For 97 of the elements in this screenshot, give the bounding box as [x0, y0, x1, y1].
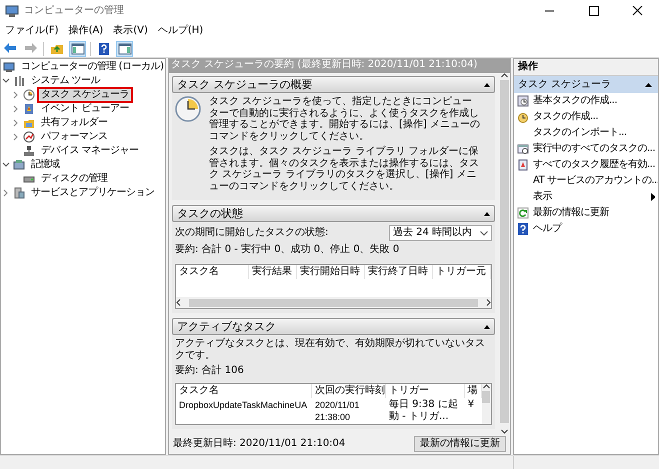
maximize-icon — [588, 6, 598, 16]
tree-item[interactable]: デバイス マネージャー — [37, 143, 143, 159]
period-dropdown[interactable]: 過去 24 時間以内 — [388, 225, 492, 241]
tree-item[interactable]: 共有フォルダー — [37, 115, 112, 131]
menu-item[interactable]: 操作(A) — [64, 25, 108, 37]
collapsed-chevron-icon[interactable] — [12, 119, 20, 127]
clock-icon — [517, 111, 529, 123]
description-text: タスク スケジューラを使って、指定したときにコンピューターで自動的に実行されるように、よく使うタスクを作成し管理することができます。開始するには、[操作] メニューのコマンドをクリックしてください。 — [209, 96, 481, 142]
section-title: タスクの状態 — [177, 206, 243, 220]
period-label: 次の期間に開始したタスクの状態: — [175, 227, 328, 239]
tree-item[interactable]: コンピューターの管理 (ローカル) — [17, 59, 165, 75]
column-header[interactable]: 実行結果 — [249, 265, 297, 279]
refresh-button[interactable]: 最新の情報に更新 — [414, 436, 506, 452]
device-icon — [23, 145, 35, 157]
expanded-chevron-icon[interactable] — [2, 161, 10, 169]
window-pane-button[interactable] — [116, 40, 133, 56]
computer-icon — [5, 4, 19, 18]
summary-text: 要約: 合計 106 — [175, 365, 245, 377]
menu-item[interactable]: ファイル(F) — [0, 25, 64, 37]
table-cell-text: DropboxUpdateTaskMachineUA — [178, 399, 308, 412]
scroll-left-icon[interactable] — [176, 299, 181, 306]
tree-item[interactable]: ディスクの管理 — [37, 171, 112, 187]
storage-icon — [13, 159, 25, 171]
column-header[interactable]: タスク名 — [176, 384, 312, 398]
event-log-icon — [23, 103, 35, 115]
help-icon — [517, 223, 529, 235]
action-item[interactable]: 実行中のすべてのタスクの... — [514, 141, 658, 157]
section-header[interactable]: タスク スケジューラ — [514, 76, 658, 93]
action-item[interactable]: 基本タスクの作成... — [514, 93, 658, 109]
scroll-right-icon[interactable] — [486, 299, 491, 306]
calendar-clock-icon — [517, 95, 529, 107]
window-clock-icon — [517, 143, 529, 155]
column-header[interactable]: 次回の実行時刻 — [312, 384, 386, 398]
section-header[interactable]: タスク スケジューラの概要 — [172, 76, 495, 93]
column-header[interactable]: タスク名 — [176, 265, 249, 279]
column-header[interactable]: 実行終了日時 — [365, 265, 433, 279]
gauge-icon — [23, 131, 35, 143]
close-icon — [632, 6, 642, 16]
section-title: タスク スケジューラ — [518, 78, 612, 90]
clock-icon — [175, 96, 201, 122]
table-cell-text: 2020/11/01 21:38:00 — [314, 399, 360, 424]
action-item[interactable]: タスクのインポート... — [514, 125, 658, 141]
tree-item[interactable]: イベント ビューアー — [37, 101, 134, 117]
column-header[interactable]: トリガー — [386, 384, 465, 398]
dropdown-chevron-icon — [480, 230, 488, 236]
menu-item[interactable]: 表示(V) — [108, 25, 153, 37]
action-item[interactable]: 最新の情報に更新 — [514, 205, 658, 221]
back-arrow-icon — [2, 42, 16, 56]
section-title: アクティブなタスク — [177, 320, 276, 334]
tree-item[interactable]: タスク スケジューラ — [37, 87, 134, 103]
actions-header: 操作 — [514, 59, 658, 76]
column-header[interactable]: トリガー元 — [433, 265, 491, 279]
table-cell-text: 毎日 9:38 に起動 - トリガ... — [388, 398, 459, 424]
scroll-up-icon[interactable] — [482, 384, 490, 389]
collapse-icon[interactable] — [484, 212, 490, 216]
action-item[interactable]: 表示 — [514, 189, 658, 205]
section-header[interactable]: アクティブなタスク — [172, 318, 495, 335]
column-header[interactable]: 実行開始日時 — [297, 265, 365, 279]
action-item[interactable]: ヘルプ — [514, 221, 658, 237]
action-item[interactable]: AT サービスのアカウントの... — [514, 173, 658, 189]
window-pane-button[interactable] — [69, 40, 86, 56]
refresh-icon — [517, 207, 529, 219]
tree-item[interactable]: システム ツール — [27, 73, 104, 89]
summary-text: 要約: 合計 0 - 実行中 0、成功 0、停止 0、失敗 0 — [175, 244, 400, 256]
shared-folder-icon — [23, 117, 35, 129]
scroll-down-icon[interactable] — [500, 429, 508, 434]
action-item[interactable]: タスクの作成... — [514, 109, 658, 125]
collapsed-chevron-icon[interactable] — [12, 105, 20, 113]
collapsed-chevron-icon[interactable] — [2, 189, 10, 197]
menu-item[interactable]: ヘルプ(H) — [152, 25, 208, 37]
scrollbar[interactable] — [498, 73, 510, 434]
description-text: タスクは、タスク スケジューラ ライブラリ フォルダーに保管されます。個々のタスクを表示または操作するには、タスク スケジューラ ライブラリのタスクを選択し、[操作] メニューのコマンドをクリックしてください。 — [209, 146, 480, 192]
document-icon — [517, 159, 529, 171]
collapsed-chevron-icon[interactable] — [12, 91, 20, 99]
action-item[interactable]: すべてのタスク履歴を有効... — [514, 157, 658, 173]
scrollbar[interactable] — [482, 384, 491, 424]
tree-item[interactable]: 記憶域 — [27, 157, 64, 173]
window-title: コンピューターの管理 — [24, 5, 125, 17]
collapsed-chevron-icon[interactable] — [12, 133, 20, 141]
tree-item[interactable]: パフォーマンス — [37, 129, 112, 145]
collapse-icon[interactable] — [484, 324, 490, 328]
computer-icon — [3, 61, 15, 73]
last-updated-text: 最終更新日時: 2020/11/01 21:10:04 — [173, 438, 346, 450]
section-header[interactable]: タスクの状態 — [172, 205, 495, 222]
tools-icon — [13, 75, 25, 87]
section-title: タスク スケジューラの概要 — [177, 78, 312, 92]
description-text: アクティブなタスクとは、現在有効で、有効期限が切れていないタスクです。 — [175, 338, 486, 362]
table-cell-text: ¥ — [466, 398, 476, 412]
tree-item[interactable]: サービスとアプリケーション — [27, 185, 158, 201]
collapse-icon[interactable] — [645, 82, 652, 86]
expanded-chevron-icon[interactable] — [2, 77, 10, 85]
scroll-up-icon[interactable] — [500, 73, 508, 78]
collapse-icon[interactable] — [484, 82, 490, 86]
server-icon — [13, 187, 25, 199]
forward-arrow-icon — [24, 42, 38, 56]
scrollbar[interactable] — [176, 297, 491, 308]
clock-icon — [23, 89, 35, 101]
